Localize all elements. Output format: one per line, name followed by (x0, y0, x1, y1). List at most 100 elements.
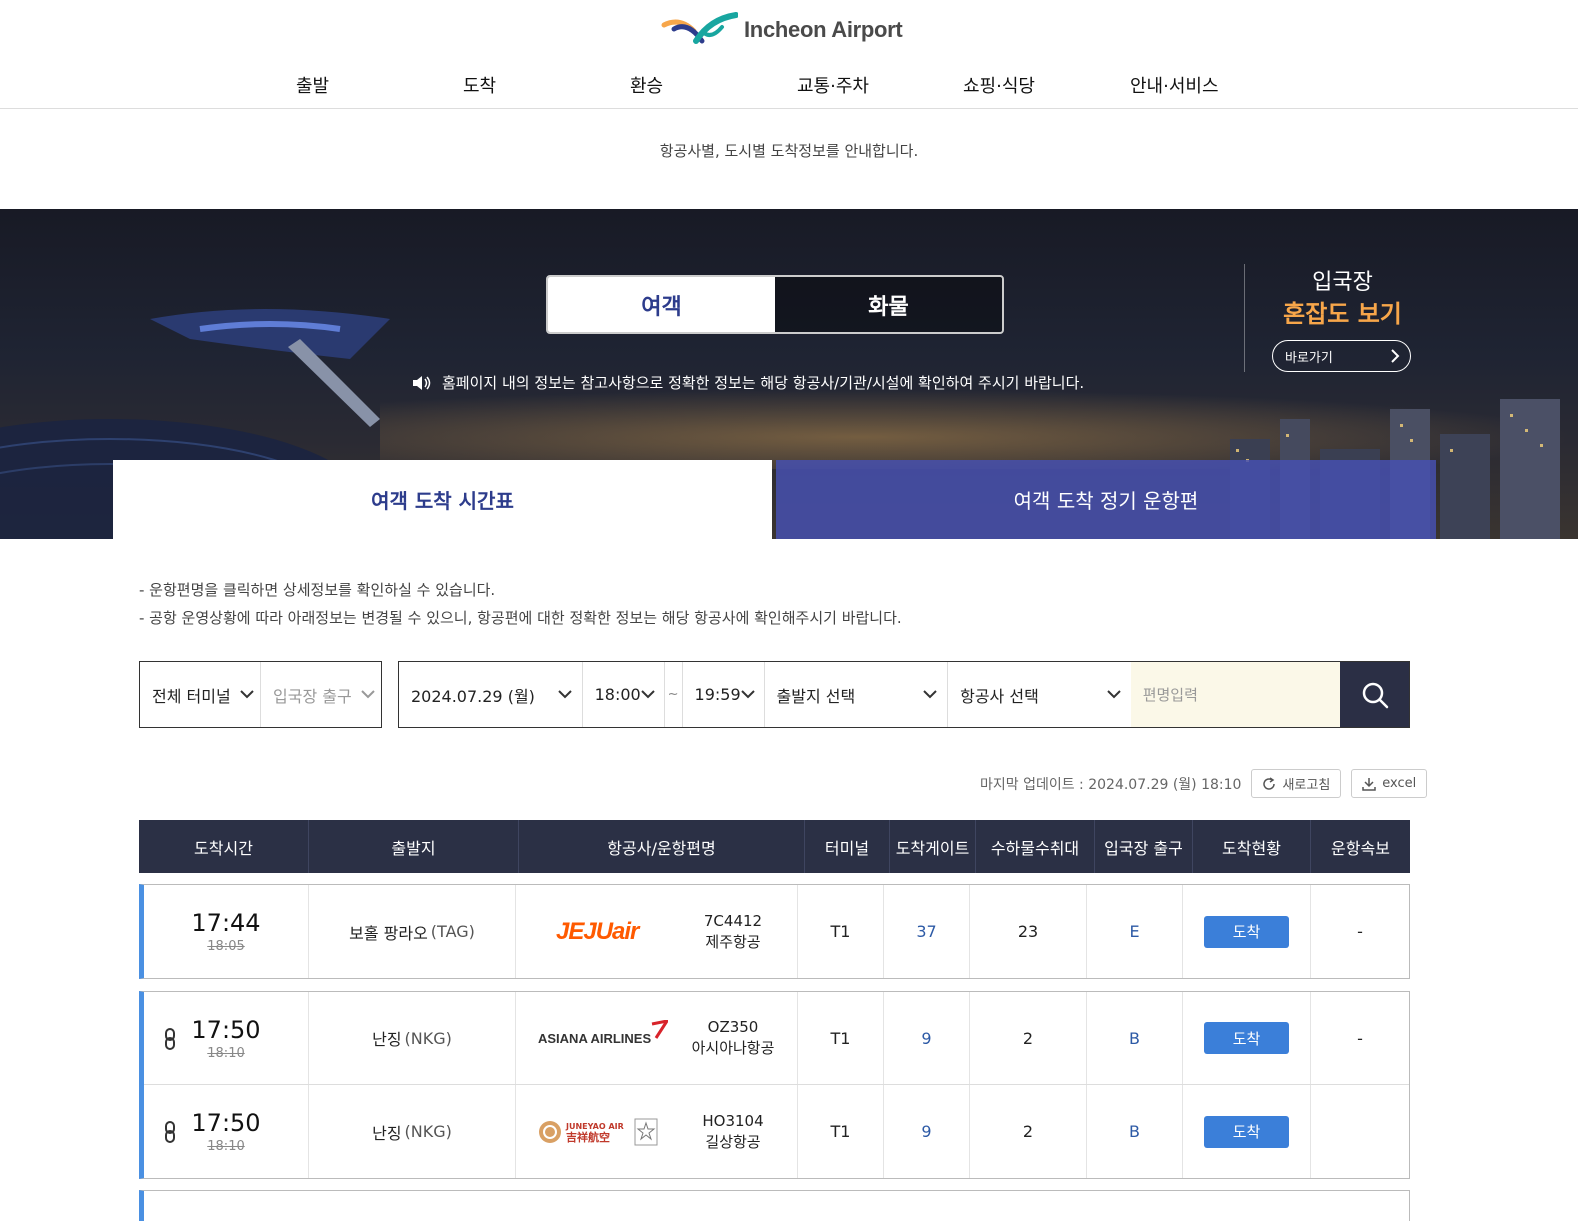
actual-time: 17:50 (191, 1109, 261, 1137)
nav-guide-service[interactable]: 안내·서비스 (1130, 72, 1219, 98)
baggage-belt-cell: 23 (970, 885, 1087, 978)
col-arrival-time[interactable]: 도착시간 (139, 820, 309, 873)
juneyao-logo-text: JUNEYAO AIR 吉祥航空 (566, 1121, 624, 1143)
table-row[interactable]: 17:50 18:10 난징 (NKG) JUNEYAO AIR 吉祥航空 HO3… (144, 1085, 1409, 1178)
search-button[interactable] (1340, 662, 1409, 727)
nav-arrival[interactable]: 도착 (463, 72, 496, 98)
congestion-panel: 입국장 혼잡도 보기 바로가기 (1244, 264, 1444, 372)
refresh-icon (1263, 776, 1276, 790)
chevron-down-icon (1106, 690, 1121, 699)
main-nav: 출발 도착 환승 교통·주차 쇼핑·식당 안내·서비스 (0, 72, 1578, 102)
tab-arrival-schedule[interactable]: 여객 도착 시간표 (113, 460, 772, 539)
gate-cell: 9 (884, 1085, 970, 1178)
codeshare-link-icon (165, 1121, 175, 1143)
time-from-select[interactable]: 18:00 (583, 662, 665, 727)
info-notes: - 운항편명을 클릭하면 상세정보를 확인하실 수 있습니다. - 공항 운영상… (139, 576, 902, 632)
juneyao-logo: JUNEYAO AIR 吉祥航空 (538, 1112, 678, 1152)
origin-code: (NKG) (404, 1028, 452, 1048)
terminal-select-value: 전체 터미널 (152, 686, 231, 706)
terminal-select[interactable]: 전체 터미널 (140, 662, 261, 727)
juneyao-emblem-icon (539, 1120, 561, 1143)
nav-transport-parking[interactable]: 교통·주차 (797, 72, 869, 98)
col-origin[interactable]: 출발지 (309, 820, 519, 873)
date-select[interactable]: 2024.07.29 (월) (399, 662, 583, 727)
asiana-wing-icon (651, 1020, 668, 1039)
airport-logo-icon (661, 12, 738, 44)
search-icon (1362, 682, 1388, 708)
airline-cell: ASIANA AIRLINES OZ350 아시아나항공 (516, 992, 798, 1084)
gate-cell: 37 (884, 885, 970, 978)
exit-select[interactable]: 입국장 출구 (261, 662, 381, 727)
chevron-down-icon (240, 690, 254, 699)
terminal-cell: T1 (798, 885, 884, 978)
download-icon (1362, 777, 1377, 791)
airline-name: 아시아나항공 (691, 1039, 775, 1057)
origin-city: 난징 (372, 1123, 402, 1143)
col-flight-news[interactable]: 운항속보 (1311, 820, 1410, 873)
update-bar: 마지막 업데이트 : 2024.07.29 (월) 18:10 새로고침 exc… (980, 769, 1428, 798)
flight-info[interactable]: HO3104 길상항공 (678, 1111, 788, 1153)
chevron-down-icon (740, 690, 755, 699)
flight-group: 17:44 18:05 보홀 팡라오 (TAG) JEJUair 7C4412 제… (139, 884, 1410, 979)
origin-cell: 난징 (NKG) (309, 1085, 516, 1178)
flight-number[interactable]: HO3104 (702, 1111, 763, 1132)
tab-passenger[interactable]: 여객 (548, 277, 775, 332)
asiana-logo-text: ASIANA AIRLINES (538, 1030, 652, 1046)
info-note: - 공항 운영상황에 따라 아래정보는 변경될 수 있으니, 항공편에 대한 정… (139, 609, 902, 627)
time-from-value: 18:00 (594, 685, 641, 704)
flight-news-cell: - (1357, 1028, 1363, 1048)
col-airline-flight[interactable]: 항공사/운항편명 (519, 820, 805, 873)
time-to-select[interactable]: 19:59 (683, 662, 765, 727)
flight-number[interactable]: OZ350 (708, 1017, 759, 1038)
arrival-time-cell: 17:50 18:10 (144, 1085, 309, 1178)
exit-cell: B (1087, 1085, 1183, 1178)
col-baggage-belt[interactable]: 수하물수취대 (976, 820, 1095, 873)
date-select-value: 2024.07.29 (월) (411, 686, 535, 706)
table-row[interactable]: 17:44 18:05 보홀 팡라오 (TAG) JEJUair 7C4412 제… (144, 885, 1409, 978)
schedule-tabs: 여객 도착 시간표 여객 도착 정기 운항편 (113, 460, 1436, 539)
status-badge: 도착 (1204, 1115, 1289, 1148)
nav-transfer[interactable]: 환승 (630, 72, 663, 98)
status-badge: 도착 (1204, 1022, 1289, 1054)
gate-cell: 9 (884, 992, 970, 1084)
flight-news-cell: - (1357, 922, 1363, 941)
page-subtitle: 항공사별, 도시별 도착정보를 안내합니다. (659, 142, 919, 160)
col-gate[interactable]: 도착게이트 (890, 820, 976, 873)
airline-select[interactable]: 항공사 선택 (948, 662, 1131, 727)
col-terminal[interactable]: 터미널 (805, 820, 890, 873)
chevron-right-icon (1391, 349, 1400, 363)
asiana-logo: ASIANA AIRLINES (538, 1018, 678, 1058)
site-header: Incheon Airport 출발 도착 환승 교통·주차 쇼핑·식당 안내·… (0, 0, 1578, 109)
flight-info[interactable]: 7C4412 제주항공 (678, 911, 788, 953)
actual-time: 17:50 (191, 1015, 261, 1044)
refresh-button[interactable]: 새로고침 (1251, 769, 1342, 798)
status-badge: 도착 (1204, 915, 1289, 948)
flight-group-partial (139, 1190, 1410, 1221)
col-exit[interactable]: 입국장 출구 (1095, 820, 1193, 873)
flight-number-input[interactable] (1130, 662, 1341, 727)
excel-download-button[interactable]: excel (1351, 769, 1428, 798)
tab-cargo[interactable]: 화물 (775, 277, 1002, 332)
notice-text: 홈페이지 내의 정보는 참고사항으로 정확한 정보는 해당 항공사/기관/시설에… (442, 374, 1085, 392)
flight-number[interactable]: 7C4412 (704, 911, 762, 932)
origin-code: (TAG) (430, 922, 475, 941)
notice-bar: 홈페이지 내의 정보는 참고사항으로 정확한 정보는 해당 항공사/기관/시설에… (412, 372, 1084, 393)
incheon-airport-logo[interactable]: Incheon Airport (660, 10, 903, 50)
flight-news-cell (1311, 1085, 1409, 1178)
status-cell: 도착 (1183, 1085, 1311, 1178)
congestion-go-button[interactable]: 바로가기 (1272, 340, 1411, 372)
terminal-cell: T1 (798, 1085, 884, 1178)
nav-departure[interactable]: 출발 (296, 72, 329, 98)
baggage-belt-cell: 2 (970, 992, 1087, 1084)
speaker-icon (413, 375, 431, 390)
tab-regular-flights[interactable]: 여객 도착 정기 운항편 (776, 460, 1436, 539)
flight-info[interactable]: OZ350 아시아나항공 (678, 1017, 788, 1059)
origin-cell: 보홀 팡라오 (TAG) (309, 885, 516, 978)
origin-select[interactable]: 출발지 선택 (765, 662, 949, 727)
juneyao-logo-cn: 吉祥航空 (566, 1130, 610, 1144)
table-row[interactable]: 17:50 18:10 난징 (NKG) ASIANA AIRLINES OZ35… (144, 992, 1409, 1085)
origin-code: (NKG) (404, 1122, 452, 1141)
nav-shopping-dining[interactable]: 쇼핑·식당 (963, 72, 1035, 98)
col-status[interactable]: 도착현황 (1193, 820, 1311, 873)
table-header: 도착시간 출발지 항공사/운항편명 터미널 도착게이트 수하물수취대 입국장 출… (139, 820, 1410, 873)
